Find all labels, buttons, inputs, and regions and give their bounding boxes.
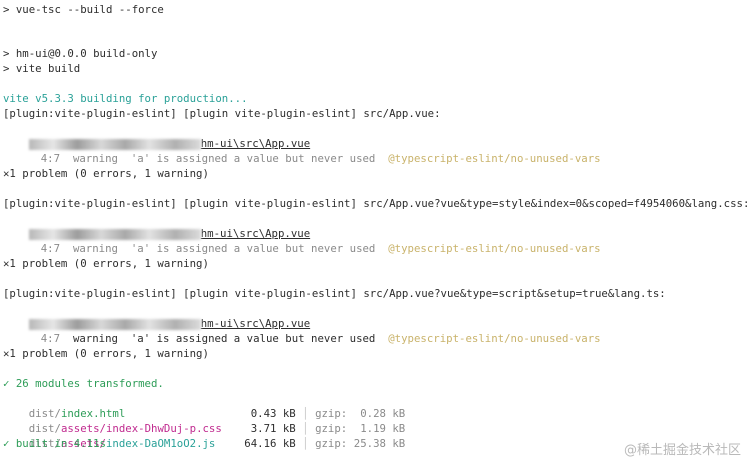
warning-level: warning [72,152,118,165]
warning-level: warning [72,242,118,255]
problem-summary: ✕1 problem (0 errors, 1 warning) [3,347,209,360]
eslint-rule: @typescript-eslint/no-unused-vars [388,242,601,255]
file-path-line: hm-ui\src\App.vue [3,301,310,330]
script-line: > vite build [3,62,81,75]
eslint-rule: @typescript-eslint/no-unused-vars [388,332,601,345]
watermark: @稀土掘金技术社区 [623,443,741,458]
warning-line: 4:7 warning 'a' is assigned a value but … [3,316,601,345]
eslint-rule: @typescript-eslint/no-unused-vars [388,152,601,165]
gzip-size: 25.38 kB [353,437,406,450]
modules-transformed-line: ✓ 26 modules transformed. [3,377,164,390]
eslint-plugin-line: [plugin:vite-plugin-eslint] [plugin vite… [3,197,747,210]
warning-line: 4:7 warning 'a' is assigned a value but … [3,136,601,165]
output-file-row: dist/assets/index-DhwDuj-p.css 3.71 kB │ … [3,406,406,435]
column-separator: │ [302,437,309,450]
warning-message: 'a' is assigned a value but never used [130,332,376,345]
warning-position: 4:7 [40,152,61,165]
warning-level: warning [72,332,118,345]
problem-summary: ✕1 problem (0 errors, 1 warning) [3,167,209,180]
terminal-output: > vue-tsc --build --force > hm-ui@0.0.0 … [3,0,747,464]
warning-message: 'a' is assigned a value but never used [130,242,376,255]
warning-line: 4:7 warning 'a' is assigned a value but … [3,226,601,255]
file-path-line: hm-ui\src\App.vue [3,211,310,240]
warning-position: 4:7 [40,332,61,345]
warning-position: 4:7 [40,242,61,255]
problem-summary: ✕1 problem (0 errors, 1 warning) [3,257,209,270]
vite-status-line: vite v5.3.3 building for production... [3,92,248,105]
gzip-label: gzip: [315,437,348,450]
output-size: 64.16 kB [244,437,296,450]
script-line: > hm-ui@0.0.0 build-only [3,47,158,60]
command-line: > vue-tsc --build --force [3,3,164,16]
built-status-line: ✓ built in 4.11s [3,437,106,450]
file-path-line: hm-ui\src\App.vue [3,121,310,150]
output-file-row: dist/assets/index-DaOM1oO2.js 64.16 kB │ … [3,421,406,450]
eslint-plugin-line: [plugin:vite-plugin-eslint] [plugin vite… [3,287,666,300]
warning-message: 'a' is assigned a value but never used [130,152,376,165]
output-filename: index-DaOM1oO2.js [105,437,216,450]
eslint-plugin-line: [plugin:vite-plugin-eslint] [plugin vite… [3,107,441,120]
output-file-row: dist/index.html 0.43 kB │ gzip: 0.28 kB [3,391,406,420]
